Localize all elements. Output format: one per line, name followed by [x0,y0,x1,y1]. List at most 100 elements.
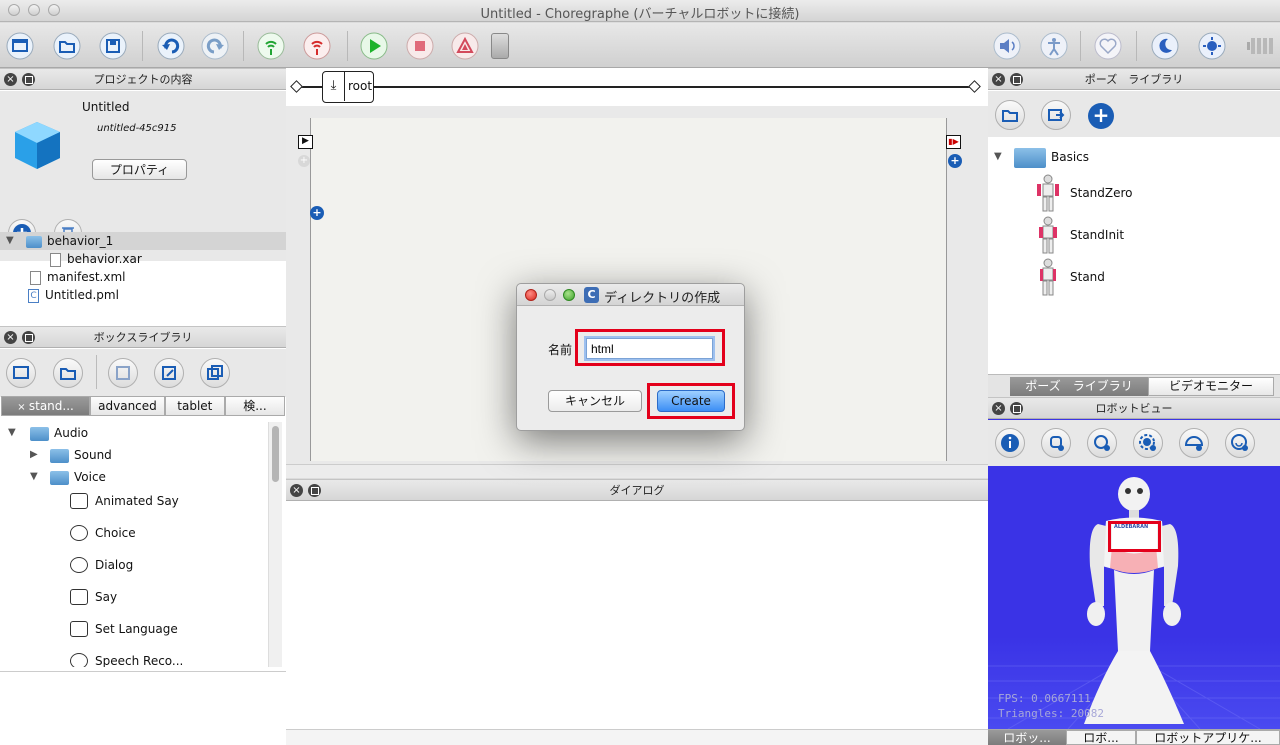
tree-row-basics[interactable]: ▼ Basics [988,146,1280,168]
scrollbar-thumb[interactable] [272,426,279,482]
close-panel-icon[interactable]: × [290,484,303,497]
pose-standzero[interactable]: StandZero [1070,186,1133,200]
copy-library-button[interactable] [200,358,230,388]
open-pose-library-button[interactable] [995,100,1025,130]
connect-button[interactable] [257,32,285,60]
tab-robot-apps[interactable]: ロボットアプリケ... [1136,730,1280,745]
horizontal-scrollbar[interactable] [286,464,988,478]
box-library-tabs: × stand... advanced tablet 検... [1,396,285,416]
undo-button[interactable] [157,32,185,60]
animation-mode-icon[interactable] [1040,32,1068,60]
start-input-icon[interactable]: ▶ [298,135,313,149]
add-pose-button[interactable]: + [1088,103,1114,129]
close-panel-icon[interactable]: × [992,73,1005,86]
box-choice[interactable]: Choice [0,522,268,544]
toolbar-separator [142,31,143,61]
box-speech-reco[interactable]: Speech Reco... [0,650,268,667]
tab-tablet[interactable]: tablet [164,396,225,416]
expand-arrow-icon[interactable]: ▼ [8,424,16,442]
settings-gear-icon[interactable] [1133,428,1163,458]
tab-video-monitor[interactable]: ビデオモニター [1148,377,1274,396]
box-animated-say[interactable]: Animated Say [0,490,268,512]
float-panel-icon[interactable] [22,73,35,86]
export-pose-button[interactable] [1041,100,1071,130]
pose-stand[interactable]: Stand [1070,270,1105,284]
add-parameter-icon[interactable]: + [310,206,324,220]
pml-file-icon: C [28,288,39,303]
play-button[interactable] [360,32,388,60]
box-library-toolbar [0,349,286,397]
sonar-icon[interactable] [1179,428,1209,458]
tree-row-behavior[interactable]: ▼ behavior_1 [0,232,286,250]
collapsed-arrow-icon[interactable]: ▶ [30,446,38,464]
close-panel-icon[interactable]: × [992,402,1005,415]
tab-robot-1[interactable]: ロボッ... [988,730,1066,745]
rest-moon-icon[interactable] [1151,32,1179,60]
project-id: untitled-45c915 [97,123,177,134]
face-icon[interactable] [1225,428,1255,458]
open-project-button[interactable] [53,32,81,60]
stop-button[interactable] [406,32,434,60]
tree-row-pml[interactable]: C Untitled.pml [0,286,286,304]
save-project-button[interactable] [99,32,127,60]
battery-icon [1247,36,1277,56]
properties-button[interactable]: プロパティ [92,159,187,180]
tab-standard[interactable]: × stand... [1,396,91,416]
tree-row-behavior-xar[interactable]: behavior.xar [0,250,286,268]
dialog-input-bar[interactable] [286,729,988,745]
camera-view-icon[interactable] [1087,428,1117,458]
expand-arrow-icon[interactable]: ▼ [994,146,1002,168]
stop-output-icon[interactable]: ▮▶ [946,135,961,149]
heart-icon[interactable] [1094,32,1122,60]
speech-reco-icon [70,653,88,667]
box-say[interactable]: Say [0,586,268,608]
box-set-language[interactable]: Set Language [0,618,268,640]
expand-arrow-icon[interactable]: ▼ [6,232,14,250]
info-icon[interactable] [995,428,1025,458]
box-library-header: × ボックスライブラリ [0,326,286,348]
3d-viewport[interactable]: ALDEBARAN FPS: 0.0667111 Triangles: 2008… [988,466,1280,729]
open-library-button[interactable] [53,358,83,388]
dialog-panel-header: × ダイアログ [286,479,988,501]
wake-up-sun-icon[interactable] [1198,32,1226,60]
scrollbar[interactable] [268,422,282,667]
add-output-icon[interactable]: + [948,154,962,168]
dialog-zoom-icon[interactable] [563,289,575,301]
volume-icon[interactable] [993,32,1021,60]
float-panel-icon[interactable] [22,331,35,344]
tree-label: behavior_1 [47,234,114,248]
tab-advanced[interactable]: advanced [90,396,165,416]
box-dialog[interactable]: Dialog [0,554,268,576]
redo-button[interactable] [201,32,229,60]
tree-label: manifest.xml [47,270,126,284]
tab-search[interactable]: 検... [224,396,285,416]
expand-arrow-icon[interactable]: ▼ [30,468,38,486]
float-panel-icon[interactable] [1010,402,1023,415]
save-library-button[interactable] [108,358,138,388]
triangles-readout: Triangles: 20082 [998,707,1104,720]
tree-row-voice[interactable]: ▼ Voice [0,468,268,486]
close-panel-icon[interactable]: × [4,73,17,86]
tab-robot-2[interactable]: ロボ... [1066,730,1136,745]
float-panel-icon[interactable] [1010,73,1023,86]
tab-pose-library[interactable]: ポーズ ライブラリ [1010,377,1148,396]
dialog-minimize-icon[interactable] [544,289,556,301]
choregraphe-app-icon: C [584,287,599,303]
debug-button[interactable] [451,32,479,60]
close-panel-icon[interactable]: × [4,331,17,344]
dialog-close-icon[interactable] [525,289,537,301]
tree-row-manifest[interactable]: manifest.xml [0,268,286,286]
pose-standinit[interactable]: StandInit [1070,228,1124,242]
float-panel-icon[interactable] [308,484,321,497]
new-library-button[interactable] [6,358,36,388]
new-project-button[interactable] [6,32,34,60]
edit-library-button[interactable] [154,358,184,388]
tree-row-audio[interactable]: ▼ Audio [0,424,268,442]
tree-row-sound[interactable]: ▶ Sound [0,446,268,464]
add-input-icon[interactable]: + [298,155,310,167]
breadcrumb[interactable]: ⤓ root [322,71,374,103]
cancel-button[interactable]: キャンセル [548,390,642,412]
robot-head-icon[interactable] [1041,428,1071,458]
disconnect-button[interactable] [303,32,331,60]
slider-handle[interactable] [491,33,509,59]
